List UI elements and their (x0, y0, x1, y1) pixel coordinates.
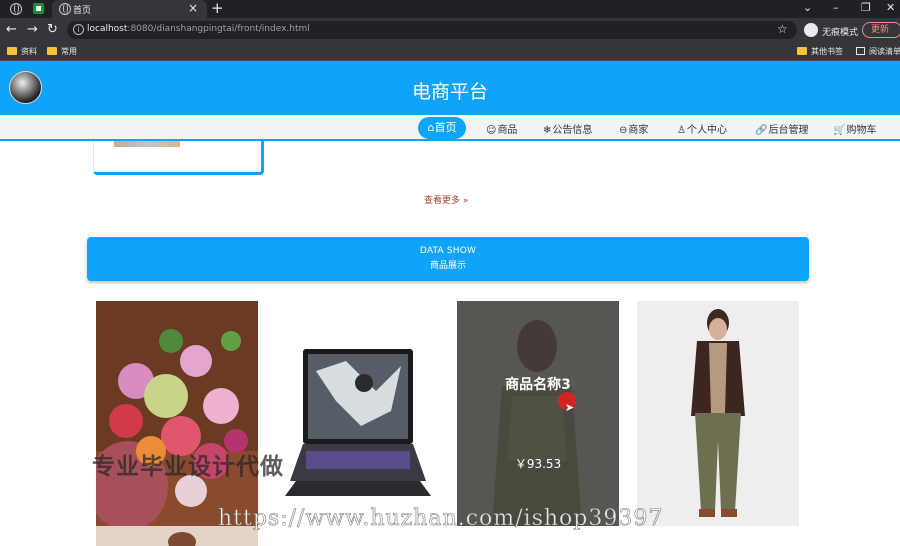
folder-icon (47, 47, 57, 55)
section-title-cn: 商品展示 (429, 261, 466, 271)
update-button[interactable]: 更新 (862, 22, 900, 38)
nav-notices[interactable]: ❄公告信息 (543, 121, 592, 136)
product-image (114, 141, 180, 147)
tab-title[interactable]: 首页 (73, 3, 91, 16)
hover-overlay (457, 301, 619, 526)
reload-icon[interactable]: ↻ (47, 22, 58, 37)
merchant-icon: ⊖ (619, 125, 628, 136)
bookmarks-bar: 资料 常用 其他书签 阅读清单 (0, 42, 900, 61)
product-card[interactable] (637, 301, 799, 526)
new-tab-icon[interactable]: + (211, 0, 224, 17)
product-card[interactable] (276, 301, 438, 526)
browser-tab-bar: 首页 × + ⌄ – ❐ ✕ (0, 0, 900, 18)
cart-icon: 🛒 (833, 125, 846, 136)
double-chevron-right-icon: » (462, 196, 469, 206)
watermark-text: 专业毕业设计代做 (92, 454, 284, 480)
snowflake-icon: ❄ (543, 125, 552, 136)
section-header-data-show: DATA SHOW 商品展示 (87, 237, 809, 281)
view-more-link[interactable]: 查看更多 » (424, 193, 468, 206)
url-text[interactable]: localhost:8080/dianshangpingtai/front/in… (87, 24, 310, 34)
product-card[interactable] (96, 301, 258, 526)
product-icon: ☺ (486, 125, 497, 136)
nav-cart[interactable]: 🛒购物车 (833, 121, 876, 136)
product-name: 商品名称3 (505, 377, 571, 393)
reading-list[interactable]: 阅读清单 (856, 46, 900, 57)
tab-search-icon[interactable]: ⌄ (803, 1, 812, 14)
close-tab-icon[interactable]: × (188, 1, 198, 15)
site-info-icon[interactable]: i (73, 24, 84, 35)
bookmark-folder[interactable]: 常用 (47, 46, 77, 57)
product-price: ￥93.53 (514, 457, 562, 471)
minimize-icon[interactable]: – (833, 1, 839, 14)
other-bookmarks[interactable]: 其他书签 (797, 46, 843, 57)
reading-list-icon (856, 47, 865, 55)
restore-icon[interactable]: ❐ (861, 1, 871, 14)
section-title-en: DATA SHOW (419, 246, 477, 256)
folder-icon (7, 47, 17, 55)
cursor-icon: ➤ (565, 401, 575, 414)
product-card-hovered[interactable]: 商品名称3 ￥93.53 ➤ (457, 301, 619, 526)
folder-icon (797, 47, 807, 55)
main-nav: ⌂首页 ☺商品 ❄公告信息 ⊖商家 ♙个人中心 🔗后台管理 🛒购物车 (0, 115, 900, 141)
nav-products[interactable]: ☺商品 (486, 121, 517, 136)
site-title: 电商平台 (411, 81, 488, 103)
nav-personal-center[interactable]: ♙个人中心 (677, 121, 727, 136)
gaming-laptop-image (276, 301, 438, 526)
link-icon: 🔗 (755, 125, 768, 136)
nav-home[interactable]: ⌂首页 (418, 117, 466, 139)
user-icon: ♙ (677, 125, 686, 136)
site-header: 电商平台 (0, 61, 900, 115)
back-icon[interactable]: ← (6, 22, 17, 37)
sheets-icon[interactable] (33, 3, 44, 14)
forward-icon[interactable]: → (27, 22, 38, 37)
man-brown-jacket-image (637, 301, 799, 526)
flower-bouquet-image (96, 301, 258, 526)
nav-admin[interactable]: 🔗后台管理 (755, 121, 808, 136)
close-window-icon[interactable]: ✕ (886, 1, 895, 14)
address-bar: ← → ↻ i localhost:8080/dianshangpingtai/… (0, 18, 900, 42)
watermark-url: https://www.huzhan.com/ishop39397 (218, 506, 664, 532)
incognito-label[interactable]: 无痕模式 (822, 25, 858, 38)
url-input[interactable]: i localhost:8080/dianshangpingtai/front/… (67, 21, 797, 39)
tab-favicon-icon (59, 3, 71, 15)
bookmark-star-icon[interactable]: ☆ (777, 22, 788, 36)
incognito-icon (804, 23, 818, 37)
globe-icon[interactable] (10, 3, 22, 15)
bookmark-folder[interactable]: 资料 (7, 46, 37, 57)
nav-merchants[interactable]: ⊖商家 (619, 121, 648, 136)
product-card-partial[interactable] (93, 141, 264, 175)
